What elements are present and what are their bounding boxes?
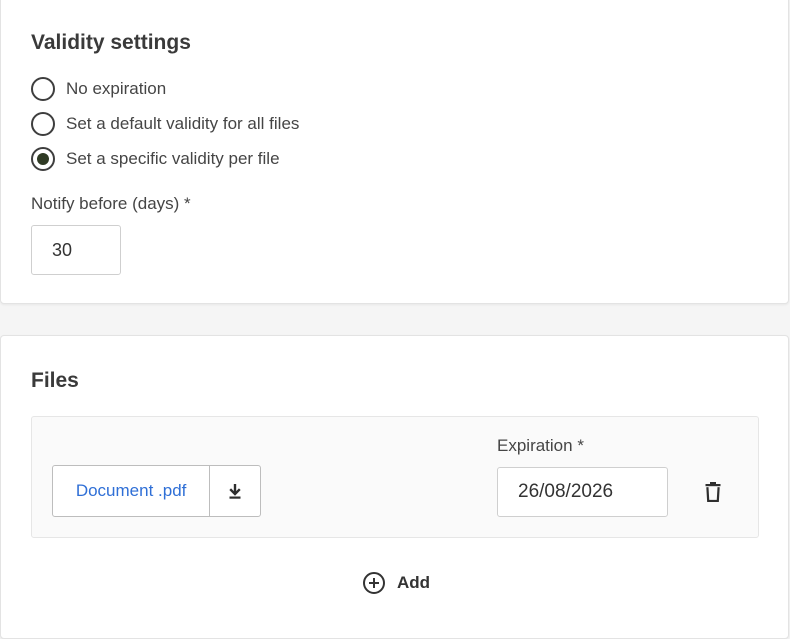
radio-default-validity[interactable]: Set a default validity for all files (31, 111, 299, 137)
delete-file-button[interactable] (700, 479, 726, 505)
radio-circle-icon[interactable] (31, 112, 55, 136)
radio-label: Set a specific validity per file (66, 149, 280, 168)
validity-settings-title: Validity settings (31, 31, 191, 54)
expiration-label: Expiration * (497, 436, 584, 455)
notify-before-label: Notify before (days) * (31, 194, 191, 213)
radio-circle-icon[interactable] (31, 77, 55, 101)
plus-circle-icon (363, 572, 385, 594)
radio-label: Set a default validity for all files (66, 114, 300, 133)
files-card: Files Document .pdf Expiration * 26/08/2… (0, 335, 789, 639)
download-button[interactable] (209, 466, 260, 516)
radio-no-expiration[interactable]: No expiration (31, 76, 166, 102)
add-file-button[interactable]: Add (362, 570, 430, 596)
notify-before-input[interactable] (31, 225, 121, 275)
add-label: Add (397, 573, 431, 592)
expiration-date-input[interactable] (497, 467, 668, 517)
file-chip: Document .pdf (52, 465, 261, 517)
trash-icon (705, 482, 721, 502)
radio-specific-validity[interactable]: Set a specific validity per file (31, 146, 280, 172)
radio-selected-icon[interactable] (31, 147, 55, 171)
radio-dot-icon (37, 153, 49, 165)
download-icon (229, 484, 241, 499)
file-row: Document .pdf Expiration * (31, 416, 759, 538)
validity-settings-card: Validity settings No expiration Set a de… (0, 0, 789, 304)
radio-label: No expiration (66, 79, 167, 98)
file-name-link[interactable]: Document .pdf (53, 466, 209, 516)
files-title: Files (31, 369, 79, 392)
